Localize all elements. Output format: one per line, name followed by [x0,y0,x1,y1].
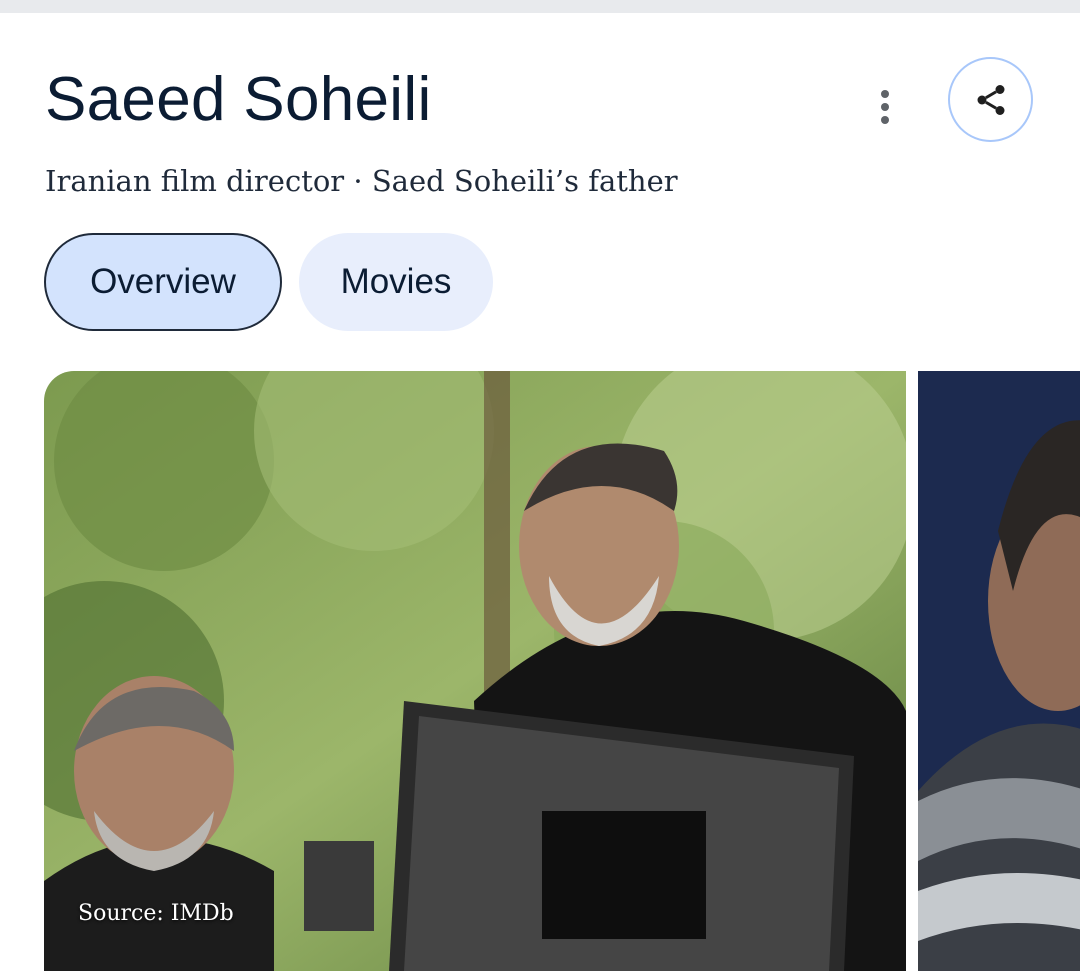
entity-description: Iranian film director · Saed Soheili’s f… [45,164,678,198]
tab-movies[interactable]: Movies [299,233,493,331]
top-divider-strip [0,0,1080,13]
tab-overview[interactable]: Overview [44,233,282,331]
share-icon [977,84,1004,115]
secondary-photo-image [918,371,1080,971]
main-photo-image [44,371,906,971]
main-photo[interactable] [44,371,906,971]
share-button[interactable] [948,57,1033,142]
secondary-photo[interactable] [918,371,1080,971]
image-source-label: Source: IMDb [78,901,234,926]
more-vert-icon [881,90,889,98]
more-options-button[interactable] [862,82,908,132]
page-title: Saeed Soheili [45,65,432,134]
